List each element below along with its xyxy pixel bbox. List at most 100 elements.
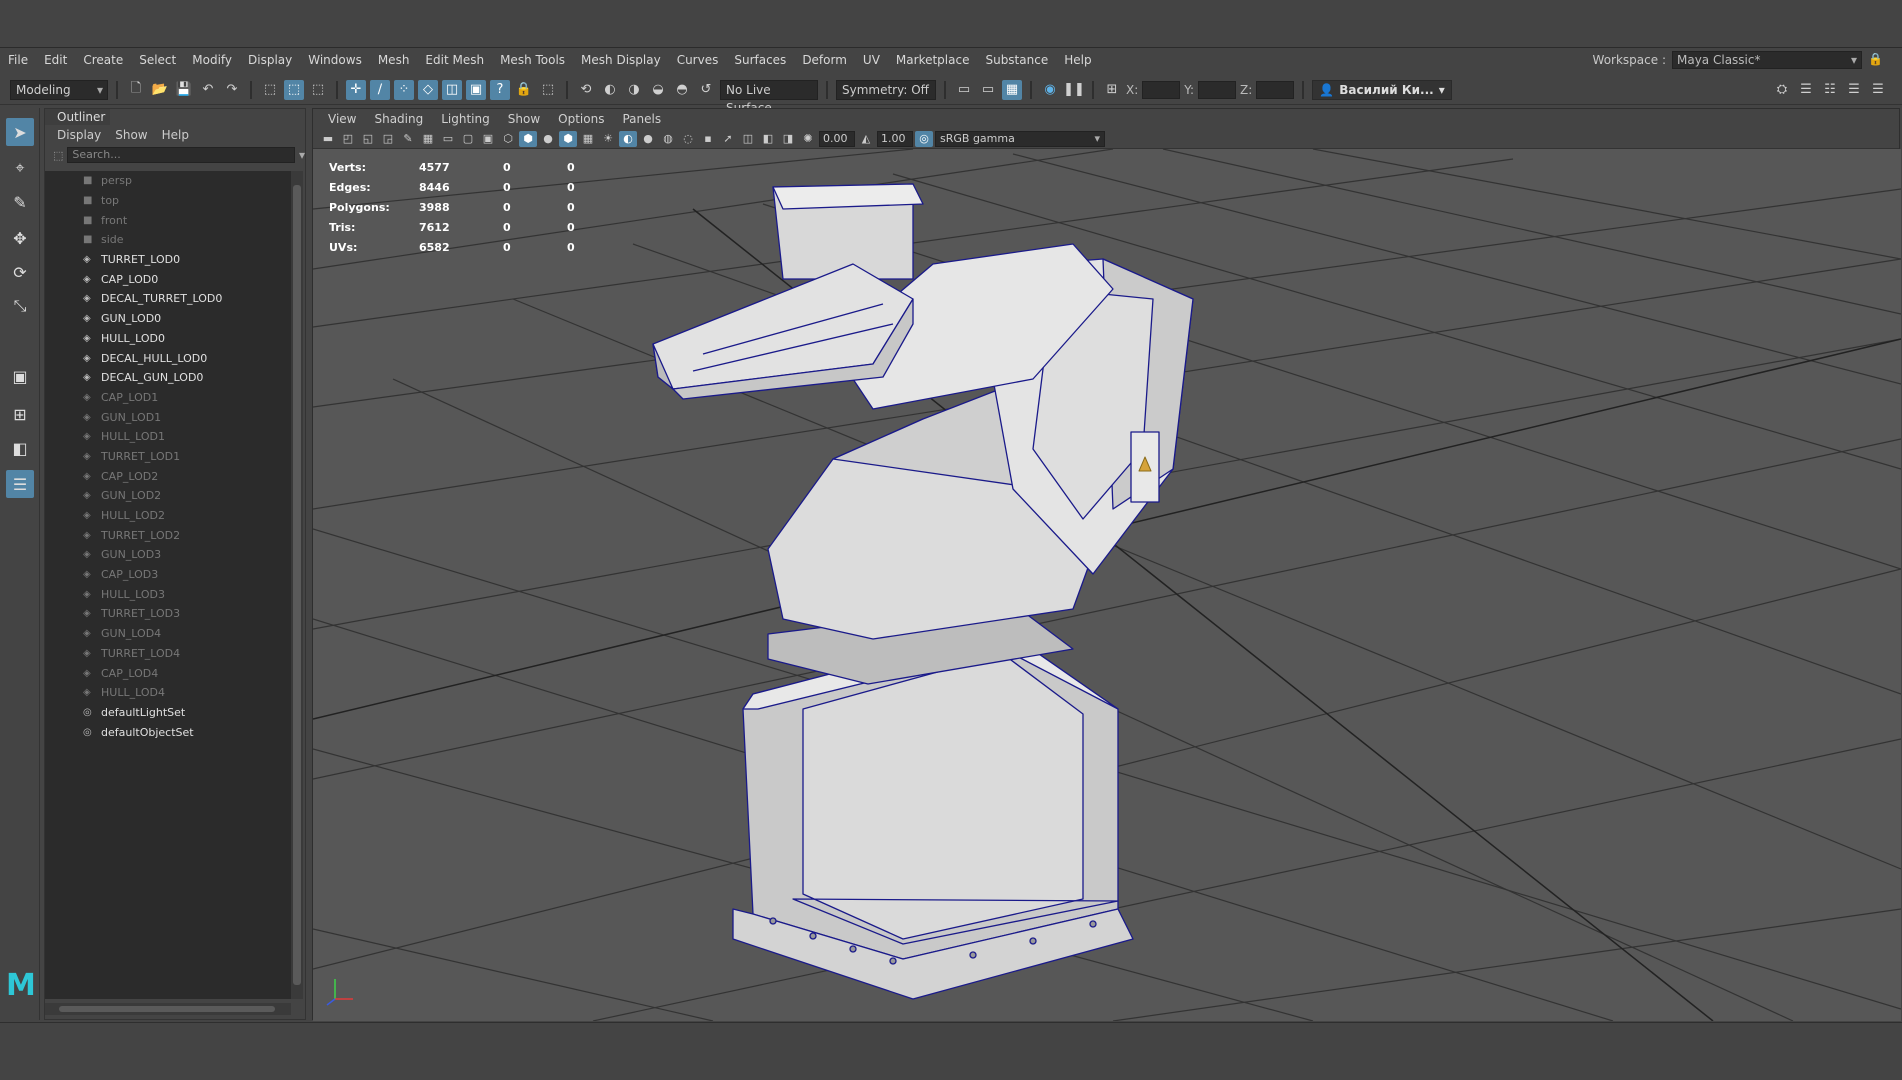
persp-outliner-icon[interactable]: ◧ (6, 434, 34, 462)
render-icon[interactable]: ◐ (600, 80, 620, 100)
menu-uv[interactable]: UV (855, 49, 888, 71)
smooth-shade-icon[interactable]: ⬢ (519, 130, 537, 147)
camera-next-icon[interactable]: ▭ (978, 80, 998, 100)
film-gate-icon[interactable]: ▭ (439, 131, 457, 147)
outliner-item[interactable]: ■ persp (45, 171, 291, 191)
open-scene-icon[interactable]: 📂 (150, 80, 170, 100)
search-input[interactable]: Search... (67, 147, 295, 163)
outliner-item[interactable]: ■ top (45, 191, 291, 211)
menu-mesh-tools[interactable]: Mesh Tools (492, 49, 573, 71)
sync-icon[interactable]: ↺ (696, 80, 716, 100)
snap-grid-icon[interactable]: ✛ (346, 79, 366, 100)
outliner-menu-display[interactable]: Display (57, 128, 101, 142)
four-view-icon[interactable]: ⊞ (6, 400, 34, 428)
outliner-item[interactable]: ■ front (45, 210, 291, 230)
gamma-field[interactable]: 1.00 (877, 130, 913, 147)
redo-icon[interactable]: ↷ (222, 80, 242, 100)
default-material-icon[interactable]: ● (539, 131, 557, 147)
menu-create[interactable]: Create (75, 49, 131, 71)
snap-live-icon[interactable]: ◫ (442, 79, 462, 100)
scale-tool-icon[interactable]: ⤡ (6, 292, 34, 320)
menu-deform[interactable]: Deform (794, 49, 855, 71)
x-field[interactable] (1142, 80, 1181, 99)
outliner-item[interactable]: ◈ HULL_LOD3 (45, 584, 291, 604)
help-snap-icon[interactable]: ? (490, 79, 510, 100)
outliner-item[interactable]: ◈ DECAL_GUN_LOD0 (45, 368, 291, 388)
play-icon[interactable]: ◉ (1040, 80, 1060, 100)
depth-of-field-icon[interactable]: ▪ (699, 131, 717, 147)
move-tool-icon[interactable]: ✥ (6, 224, 34, 252)
exposure-field[interactable]: 0.00 (819, 130, 855, 147)
select-hierarchy-icon[interactable]: ⬚ (260, 80, 280, 100)
grid-icon[interactable]: ▦ (419, 131, 437, 147)
textured-icon[interactable]: ▦ (579, 131, 597, 147)
rotate-tool-icon[interactable]: ⟳ (6, 258, 34, 286)
exposure-icon[interactable]: ✺ (799, 131, 817, 147)
viewport-menu-show[interactable]: Show (499, 112, 549, 126)
menu-select[interactable]: Select (131, 49, 184, 71)
user-account-button[interactable]: 👤 Василий Ки... ▾ (1312, 79, 1452, 100)
menu-file[interactable]: File (0, 49, 36, 71)
snap-view-plane-icon[interactable]: ◇ (418, 79, 438, 100)
outliner-item[interactable]: ◈ HULL_LOD4 (45, 683, 291, 703)
save-scene-icon[interactable]: 💾 (174, 80, 194, 100)
snap-point-icon[interactable]: ⁘ (394, 79, 414, 100)
xray-joints-icon[interactable]: ◧ (759, 131, 777, 147)
motion-blur-icon[interactable]: ◍ (659, 131, 677, 147)
outliner-layout-icon[interactable]: ☰ (6, 470, 34, 498)
menu-surfaces[interactable]: Surfaces (726, 49, 794, 71)
menu-edit[interactable]: Edit (36, 49, 75, 71)
undo-icon[interactable]: ↶ (198, 80, 218, 100)
outliner-item[interactable]: ◈ TURRET_LOD2 (45, 525, 291, 545)
color-management-icon[interactable]: ◎ (915, 130, 933, 147)
color-space-dropdown[interactable]: sRGB gamma (935, 130, 1105, 147)
anti-alias-icon[interactable]: ◌ (679, 131, 697, 147)
search-filter-icon[interactable]: ⬚ (53, 149, 63, 162)
horizontal-scrollbar[interactable] (45, 1003, 291, 1015)
menu-help[interactable]: Help (1056, 49, 1099, 71)
camera-attr-icon[interactable]: ◰ (339, 131, 357, 147)
outliner-item[interactable]: ◈ GUN_LOD2 (45, 486, 291, 506)
camera-icon[interactable]: ▭ (954, 80, 974, 100)
gate-mask-icon[interactable]: ▣ (479, 131, 497, 147)
shadows-icon[interactable]: ◐ (619, 130, 637, 147)
outliner-item[interactable]: ◈ TURRET_LOD3 (45, 604, 291, 624)
select-component-icon[interactable]: ⬚ (308, 80, 328, 100)
outliner-item[interactable]: ◈ CAP_LOD0 (45, 269, 291, 289)
xray-icon[interactable]: ◫ (739, 131, 757, 147)
outliner-item[interactable]: ◈ TURRET_LOD4 (45, 644, 291, 664)
outliner-item[interactable]: ◈ GUN_LOD1 (45, 407, 291, 427)
menu-marketplace[interactable]: Marketplace (888, 49, 978, 71)
layer-editor-icon[interactable]: ☰ (1868, 80, 1888, 100)
outliner-item[interactable]: ◈ HULL_LOD2 (45, 506, 291, 526)
viewport-menu-panels[interactable]: Panels (613, 112, 670, 126)
menu-modify[interactable]: Modify (184, 49, 240, 71)
resolution-gate-icon[interactable]: ▢ (459, 131, 477, 147)
lasso-tool-icon[interactable]: ⌖ (6, 154, 34, 182)
outliner-item[interactable]: ◈ DECAL_HULL_LOD0 (45, 348, 291, 368)
grease-pencil-icon[interactable]: ✎ (399, 131, 417, 147)
menu-set-dropdown[interactable]: Modeling (10, 79, 108, 100)
select-tool-icon[interactable]: ➤ (6, 118, 34, 146)
new-scene-icon[interactable]: 🗋 (126, 80, 146, 100)
wireframe-icon[interactable]: ⬡ (499, 131, 517, 147)
viewport-menu-options[interactable]: Options (549, 112, 613, 126)
outliner-item[interactable]: ◎ defaultObjectSet (45, 722, 291, 742)
bookmark-icon[interactable]: ◱ (359, 131, 377, 147)
tool-settings-icon[interactable]: ☷ (1820, 80, 1840, 100)
menu-windows[interactable]: Windows (300, 49, 370, 71)
outliner-item[interactable]: ◈ GUN_LOD4 (45, 624, 291, 644)
outliner-item[interactable]: ◈ CAP_LOD4 (45, 663, 291, 683)
outliner-item[interactable]: ◈ GUN_LOD0 (45, 309, 291, 329)
outliner-item[interactable]: ◈ TURRET_LOD1 (45, 447, 291, 467)
ipr-icon[interactable]: ◑ (624, 80, 644, 100)
outliner-menu-help[interactable]: Help (162, 128, 189, 142)
viewport-menu-view[interactable]: View (319, 112, 365, 126)
chevron-down-icon[interactable]: ▾ (299, 148, 305, 162)
gamma-icon[interactable]: ◭ (857, 131, 875, 147)
outliner-menu-show[interactable]: Show (115, 128, 147, 142)
channel-icon[interactable]: ▦ (1002, 79, 1022, 100)
scrollbar-thumb[interactable] (293, 185, 301, 985)
lock-icon[interactable]: 🔒 (1868, 52, 1883, 68)
highlight-selection-icon[interactable]: ⬚ (538, 80, 558, 100)
